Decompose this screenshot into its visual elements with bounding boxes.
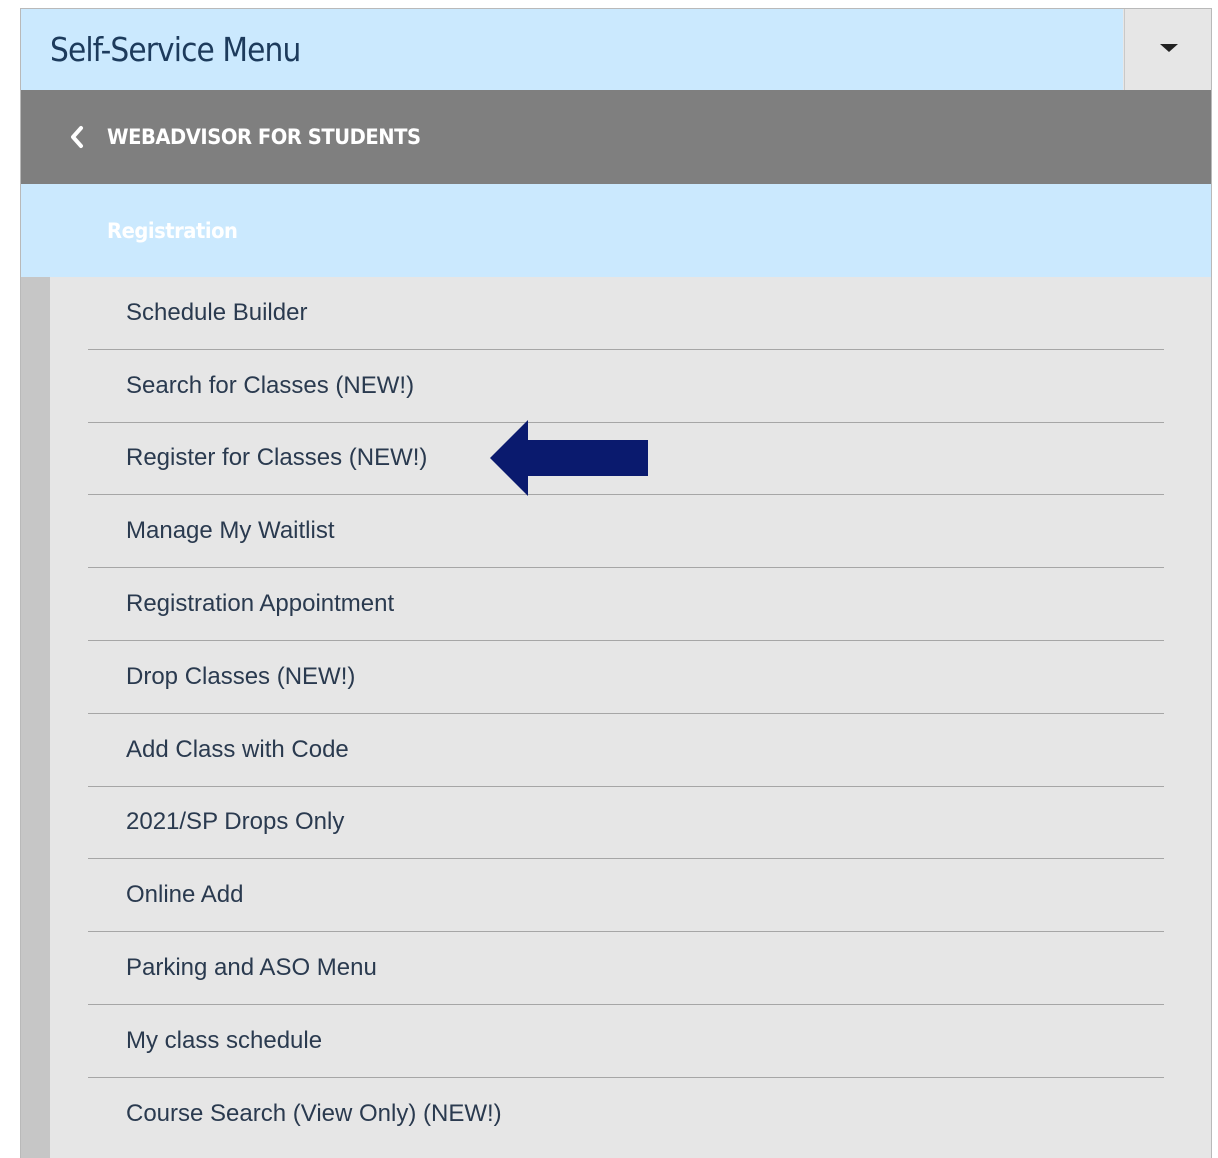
chevron-left-icon [65,125,89,149]
menu-header: Self-Service Menu [21,9,1123,90]
menu-item-label: Search for Classes (NEW!) [126,371,415,399]
registration-menu-list: Schedule Builder Search for Classes (NEW… [88,277,1164,1151]
menu-item-label: Parking and ASO Menu [126,954,377,982]
self-service-menu-panel: Self-Service Menu WEBADVISOR FOR STUDENT… [20,8,1212,1158]
menu-item-label: 2021/SP Drops Only [126,808,345,836]
menu-title: Self-Service Menu [50,30,301,69]
menu-item-manage-my-waitlist[interactable]: Manage My Waitlist [88,495,1164,569]
menu-item-drop-classes[interactable]: Drop Classes (NEW!) [88,641,1164,714]
menu-item-my-class-schedule[interactable]: My class schedule [88,1005,1164,1078]
menu-indent-strip [21,277,50,1158]
menu-item-schedule-builder[interactable]: Schedule Builder [88,277,1164,350]
menu-item-add-class-with-code[interactable]: Add Class with Code [88,714,1164,787]
menu-toggle-button[interactable] [1124,9,1211,90]
menu-item-label: Online Add [126,881,244,909]
menu-item-label: Add Class with Code [126,735,349,763]
menu-item-label: Registration Appointment [126,590,395,618]
section-label: Registration [107,218,238,243]
menu-item-sp-drops-only[interactable]: 2021/SP Drops Only [88,787,1164,860]
left-arrow-pointer-icon [490,420,648,496]
menu-item-course-search-view-only[interactable]: Course Search (View Only) (NEW!) [88,1078,1164,1151]
menu-item-label: Course Search (View Only) (NEW!) [126,1100,502,1128]
menu-item-label: Register for Classes (NEW!) [126,444,428,472]
menu-item-registration-appointment[interactable]: Registration Appointment [88,568,1164,641]
menu-item-parking-and-aso-menu[interactable]: Parking and ASO Menu [88,932,1164,1005]
menu-item-label: Manage My Waitlist [126,517,335,545]
menu-item-label: Drop Classes (NEW!) [126,662,356,690]
section-header-registration: Registration [21,184,1211,277]
back-to-webadvisor-link[interactable]: WEBADVISOR FOR STUDENTS [21,90,1211,184]
menu-item-search-for-classes[interactable]: Search for Classes (NEW!) [88,350,1164,423]
caret-down-icon [1160,43,1178,52]
menu-item-label: My class schedule [126,1026,323,1054]
menu-item-online-add[interactable]: Online Add [88,859,1164,933]
back-link-label: WEBADVISOR FOR STUDENTS [107,125,421,149]
menu-item-label: Schedule Builder [126,298,308,326]
